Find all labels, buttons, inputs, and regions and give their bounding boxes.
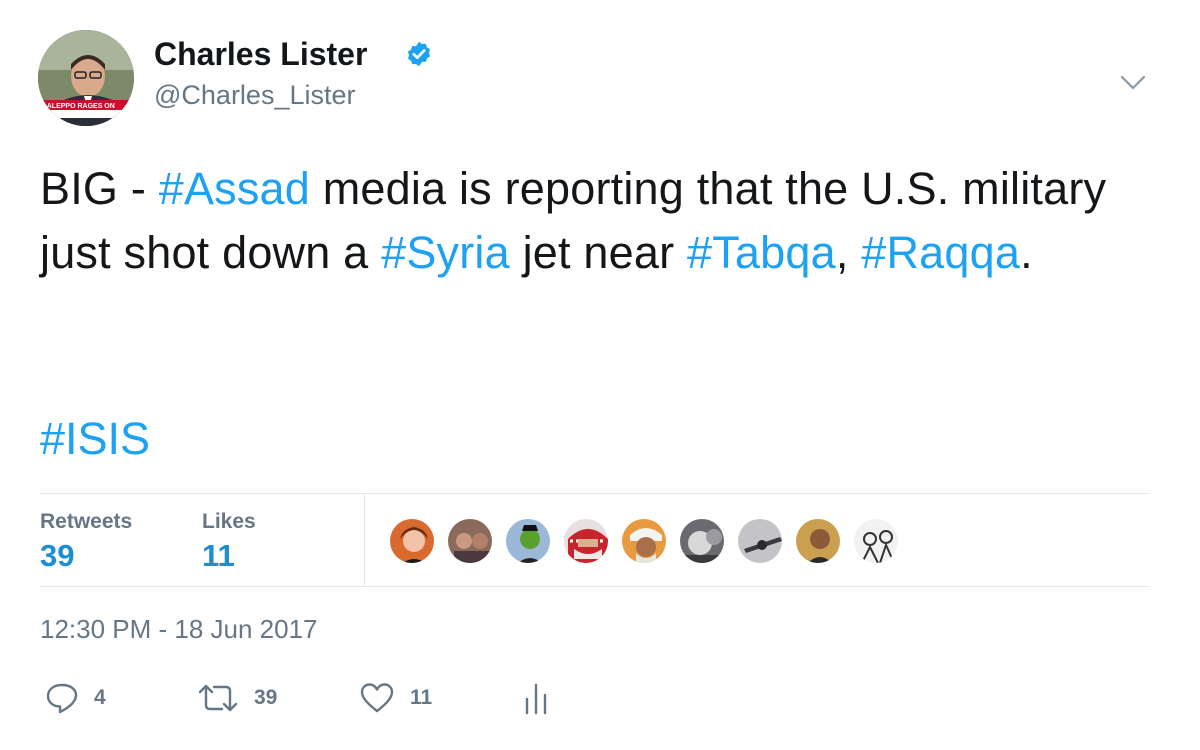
like-button[interactable]: 11 xyxy=(358,680,432,716)
divider-top xyxy=(40,493,1150,494)
verified-badge-icon xyxy=(407,41,431,67)
retweet-count: 39 xyxy=(254,686,278,709)
liker-avatar[interactable] xyxy=(446,517,494,565)
reply-button[interactable]: 4 xyxy=(44,680,106,716)
hashtag-isis[interactable]: #ISIS xyxy=(40,407,150,471)
retweets-label[interactable]: Retweets xyxy=(40,510,132,534)
liker-avatar[interactable] xyxy=(736,517,784,565)
retweet-button[interactable]: 39 xyxy=(196,680,277,716)
liker-avatar[interactable] xyxy=(794,517,842,565)
hashtag-link[interactable]: #Raqqa xyxy=(861,227,1020,278)
avatar-caption: R ALEPPO RAGES ON xyxy=(40,103,115,110)
tweet-text-segment: jet near xyxy=(509,227,687,278)
reply-icon xyxy=(46,683,78,714)
liker-avatar[interactable] xyxy=(852,517,900,565)
tweet-text-segment: . xyxy=(1020,227,1033,278)
liker-avatar[interactable] xyxy=(678,517,726,565)
chevron-down-icon[interactable] xyxy=(1118,70,1148,94)
hashtag-link[interactable]: #Syria xyxy=(381,227,510,278)
hashtag-link[interactable]: #Assad xyxy=(159,163,310,214)
analytics-icon xyxy=(525,683,547,715)
reply-count: 4 xyxy=(94,686,106,709)
tweet-text: BIG - #Assad media is reporting that the… xyxy=(40,157,1160,285)
tweet-timestamp[interactable]: 12:30 PM - 18 Jun 2017 xyxy=(40,614,318,645)
tweet-card: R ALEPPO RAGES ON Charles Lister @Charle… xyxy=(0,0,1200,750)
likes-label[interactable]: Likes xyxy=(202,510,256,534)
tweet-text-segment: , xyxy=(835,227,862,278)
liker-avatar[interactable] xyxy=(504,517,552,565)
liker-avatar[interactable] xyxy=(562,517,610,565)
hashtag-link[interactable]: #Tabqa xyxy=(687,227,836,278)
author-handle[interactable]: @Charles_Lister xyxy=(154,80,356,111)
author-avatar[interactable]: R ALEPPO RAGES ON xyxy=(38,30,134,126)
divider-bottom xyxy=(40,586,1150,587)
author-name[interactable]: Charles Lister xyxy=(154,36,367,73)
liker-avatar[interactable] xyxy=(388,517,436,565)
retweets-count[interactable]: 39 xyxy=(40,538,74,574)
heart-icon xyxy=(360,683,394,713)
stats-divider xyxy=(364,494,365,586)
liker-avatar[interactable] xyxy=(620,517,668,565)
likes-count[interactable]: 11 xyxy=(202,538,235,574)
analytics-button[interactable] xyxy=(522,680,550,716)
tweet-text-segment: BIG - xyxy=(40,163,159,214)
retweet-icon xyxy=(198,684,238,712)
like-count: 11 xyxy=(410,686,433,709)
